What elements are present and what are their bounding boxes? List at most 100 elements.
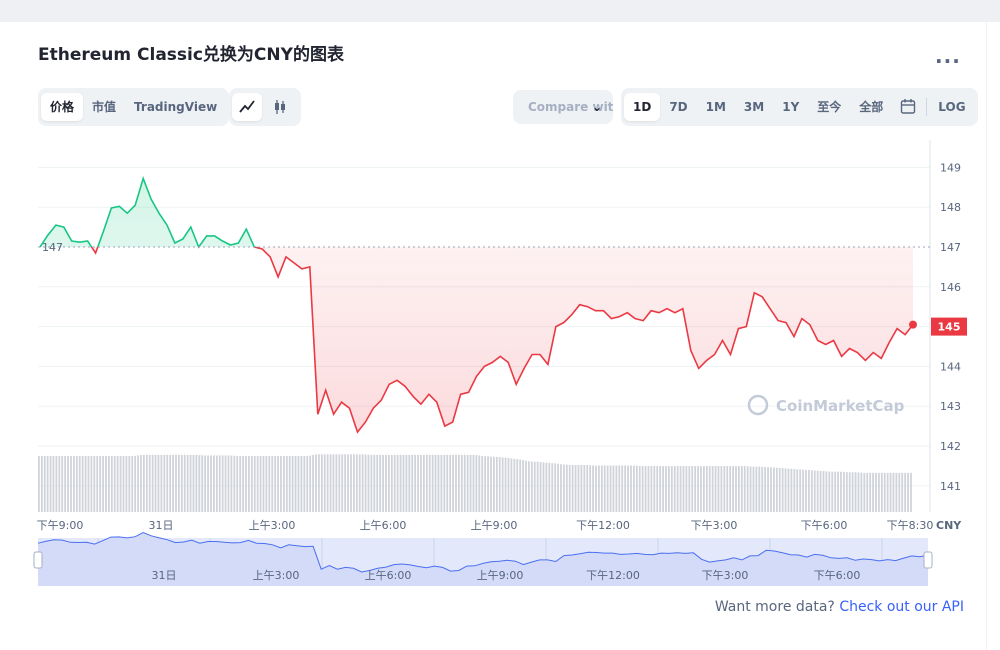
volume-bar [55, 456, 58, 512]
volume-bar [437, 454, 440, 512]
volume-bar [740, 466, 743, 512]
x-tick-label: 31日 [149, 519, 174, 532]
volume-bar [653, 466, 656, 512]
volume-bar [367, 454, 370, 512]
volume-bar [580, 464, 583, 512]
volume-bar [743, 466, 746, 512]
volume-bar [227, 455, 230, 512]
volume-bar [274, 456, 277, 512]
volume-bar [353, 454, 355, 512]
volume-bar [898, 472, 901, 512]
volume-bar [81, 456, 84, 512]
volume-bar [615, 465, 618, 512]
volume-bar [105, 456, 107, 512]
api-promo: Want more data? Check out our API [715, 599, 964, 615]
volume-bar [119, 456, 122, 512]
volume-bar [213, 455, 215, 512]
y-axis: 149148147146145144143142141145 [931, 161, 967, 493]
volume-bar [312, 455, 314, 512]
y-tick-label: 148 [940, 201, 961, 214]
volume-bar [221, 455, 224, 512]
volume-bar [338, 454, 341, 512]
volume-bar [402, 454, 405, 512]
volume-bar [673, 466, 676, 512]
volume-bar [490, 456, 492, 512]
volume-bar [455, 454, 457, 512]
volume-bar [434, 454, 437, 512]
volume-bar [236, 456, 239, 512]
volume-bar [831, 471, 834, 512]
y-tick-label: 146 [940, 281, 961, 294]
volume-bar [635, 465, 638, 512]
volume-bar [280, 456, 282, 512]
reference-label: 147 [42, 241, 63, 254]
volume-bar [501, 457, 504, 512]
volume-bar [621, 465, 624, 512]
volume-bar [668, 466, 670, 512]
volume-bar [738, 466, 740, 512]
volume-bar [720, 466, 723, 512]
coinmarketcap-watermark: CoinMarketCap [747, 394, 905, 416]
volume-bar [294, 456, 297, 512]
volume-bar [878, 472, 880, 512]
volume-bar [84, 456, 87, 512]
volume-bar [460, 454, 463, 512]
volume-bar [808, 470, 810, 512]
y-tick-label: 147 [940, 241, 961, 254]
x-tick-label: 上午9:00 [471, 519, 518, 532]
volume-bar [796, 469, 799, 512]
volume-bar [691, 466, 694, 512]
volume-bar [563, 464, 565, 512]
volume-bar [781, 468, 784, 512]
volume-bar [466, 454, 469, 512]
volume-bar [157, 454, 160, 512]
volume-bar [140, 455, 142, 512]
volume-bar [326, 454, 329, 512]
volume-bar [478, 455, 481, 512]
volume-bar [752, 466, 755, 512]
navigator[interactable]: 31日 上午3:00 上午6:00 上午9:00 下午12:00 下午3:00 下午6:00 [33, 531, 933, 587]
volume-bar [886, 472, 889, 512]
volume-bar [481, 455, 484, 512]
volume-bar [323, 454, 326, 512]
volume-bar [180, 454, 183, 512]
navigator-tick-label: 上午9:00 [477, 569, 524, 582]
volume-bar [428, 454, 431, 512]
volume-bar [565, 464, 568, 512]
volume-bar [554, 463, 557, 512]
volume-bar [600, 465, 603, 512]
volume-bar [390, 454, 393, 512]
volume-bar [869, 472, 872, 512]
x-tick-label: 上午3:00 [249, 519, 296, 532]
volume-bar [102, 456, 104, 512]
volume-bar [644, 466, 647, 512]
volume-bar [265, 456, 268, 512]
volume-bar [385, 454, 387, 512]
volume-bar [659, 466, 662, 512]
volume-bar [729, 466, 732, 512]
volume-bar [866, 472, 869, 512]
volume-bar [96, 456, 99, 512]
volume-bar [504, 457, 507, 512]
volume-bar [612, 465, 615, 512]
volume-bar [399, 454, 402, 512]
volume-bar [493, 456, 495, 512]
volume-bar [773, 467, 775, 512]
volume-bar [355, 454, 358, 512]
volume-bar [787, 468, 790, 512]
volume-bar [250, 456, 253, 512]
volume-bar [183, 454, 186, 512]
volume-bar [131, 456, 134, 512]
volume-bar [75, 456, 78, 512]
api-link[interactable]: Check out our API [839, 599, 964, 615]
navigator-tick-label: 下午12:00 [586, 569, 640, 582]
volume-bar [411, 454, 414, 512]
volume-bar [837, 471, 839, 512]
volume-bar [875, 472, 877, 512]
volume-bar [910, 472, 912, 512]
volume-bar [650, 466, 653, 512]
volume-bar [557, 463, 559, 512]
volume-bar [431, 454, 434, 512]
volume-bar [143, 454, 145, 512]
volume-bar [784, 468, 787, 512]
